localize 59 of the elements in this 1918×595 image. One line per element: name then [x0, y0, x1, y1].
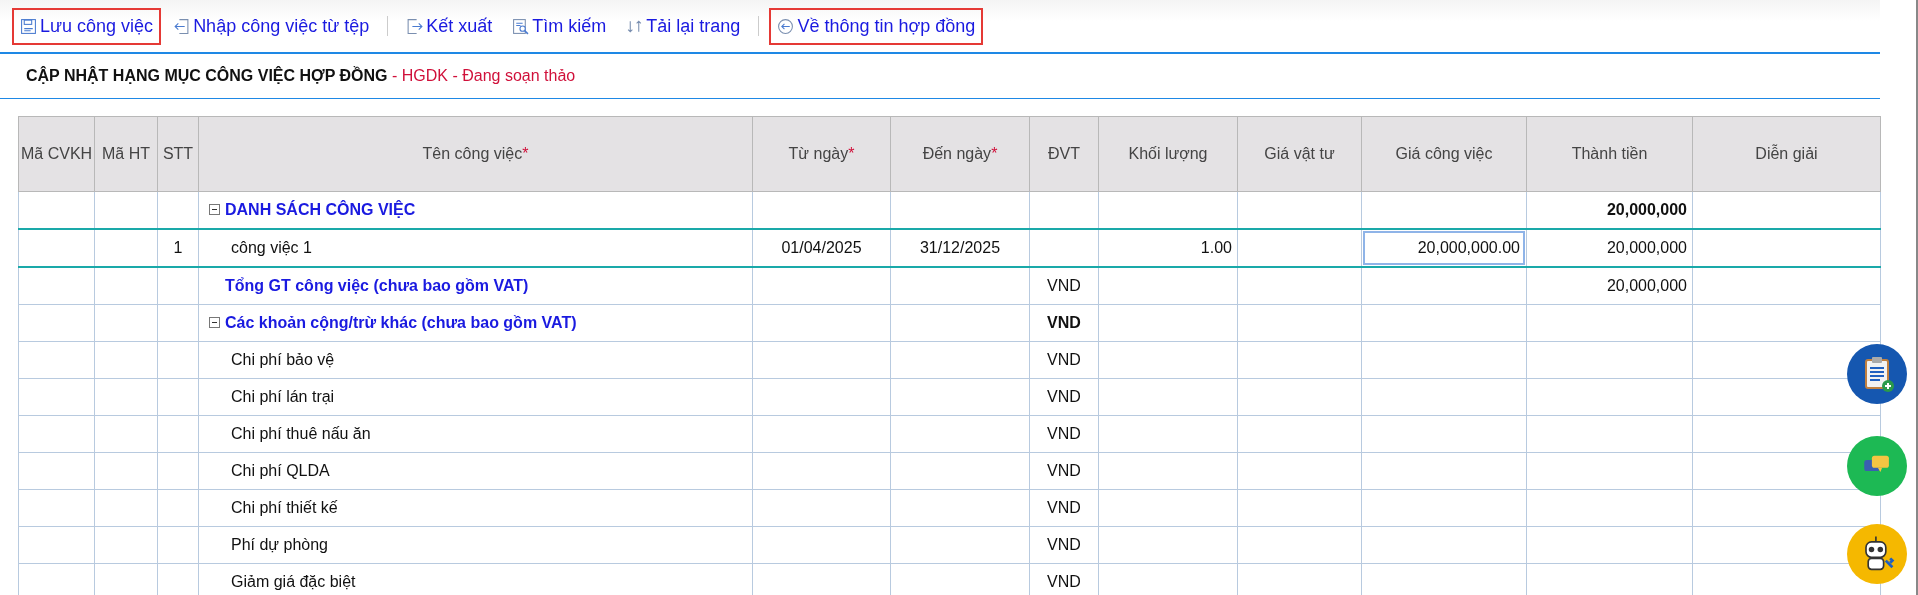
task-name: công việc 1 [231, 239, 312, 257]
column-label: Mã CVKH [21, 145, 93, 162]
export-toolbar-button[interactable]: Kết xuất [398, 7, 501, 45]
robot-assistant-button[interactable] [1847, 524, 1907, 584]
document-magnifier-icon [512, 17, 530, 35]
reload-toolbar-button[interactable]: Tải lại trang [618, 7, 749, 45]
column-label: Tên công việc [422, 145, 523, 162]
cell-value: VND [1047, 277, 1081, 294]
column-label: STT [162, 145, 194, 162]
required-asterisk: * [991, 145, 998, 162]
column-label: Giá vật tư [1264, 145, 1335, 162]
save-toolbar-button[interactable]: Lưu công việc [12, 7, 162, 45]
task-name: Chi phí lán trại [231, 388, 335, 406]
cell-value: VND [1047, 573, 1081, 590]
collapse-toggle[interactable] [209, 204, 220, 216]
task-name: Chi phí thuê nấu ăn [231, 425, 371, 443]
required-asterisk: * [522, 145, 529, 162]
task-name: Chi phí QLDA [231, 462, 330, 480]
task-name: Tổng GT công việc (chưa bao gồm VAT) [225, 277, 529, 295]
task-name: Phí dự phòng [231, 536, 328, 554]
cell-value: VND [1047, 499, 1081, 516]
add-clipboard-button[interactable] [1847, 344, 1907, 404]
cell-value: VND [1047, 351, 1081, 368]
column-label: Thành tiền [1571, 145, 1648, 162]
import-toolbar-button[interactable]: Nhập công việc từ tệp [165, 7, 378, 45]
cell-value: 01/04/2025 [781, 239, 862, 256]
column-label: Khối lượng [1128, 145, 1208, 162]
cell-value: 31/12/2025 [919, 239, 1001, 256]
search-toolbar-button[interactable]: Tìm kiếm [504, 7, 615, 45]
back-toolbar-button[interactable]: Về thông tin hợp đồng [769, 7, 984, 45]
export-arrow-icon [406, 17, 424, 35]
cell-value: 1 [173, 239, 183, 256]
import-arrow-icon [173, 17, 191, 35]
column-label: Đến ngày [922, 145, 992, 162]
task-name: Chi phí bảo vệ [231, 351, 335, 369]
collapse-toggle[interactable] [209, 317, 220, 329]
cell-value: 20,000,000 [1606, 277, 1687, 294]
column-label: Mã HT [102, 145, 150, 162]
cell-value: VND [1047, 388, 1081, 405]
column-label: Giá công việc [1395, 145, 1493, 162]
cell-value: VND [1047, 462, 1081, 479]
cell-value: VND [1047, 314, 1081, 331]
column-label: ĐVT [1048, 145, 1080, 162]
cell-value: 1.00 [1200, 239, 1232, 256]
required-asterisk: * [848, 145, 855, 162]
cell-value: 20,000,000 [1606, 239, 1687, 256]
task-name: Chi phí thiết kế [231, 499, 338, 517]
price-input-field[interactable]: 20,000,000.00 [1363, 231, 1525, 265]
column-label: Từ ngày [788, 145, 849, 162]
task-name: Các khoản cộng/trừ khác (chưa bao gồm VAT) [225, 313, 577, 332]
column-label: Diễn giải [1755, 145, 1818, 162]
task-name: DANH SÁCH CÔNG VIỆC [225, 200, 416, 219]
page-title: CẬP NHẬT HẠNG MỤC CÔNG VIỆC HỢP ĐỒNG [26, 67, 388, 85]
cell-value: VND [1047, 425, 1081, 442]
task-name: Giảm giá đặc biệt [231, 573, 356, 591]
page-status: - HGDK - Đang soạn thảo [390, 67, 576, 85]
chat-button[interactable] [1847, 436, 1907, 496]
cell-value: 20,000,000 [1606, 201, 1687, 218]
cell-value: VND [1047, 536, 1081, 553]
